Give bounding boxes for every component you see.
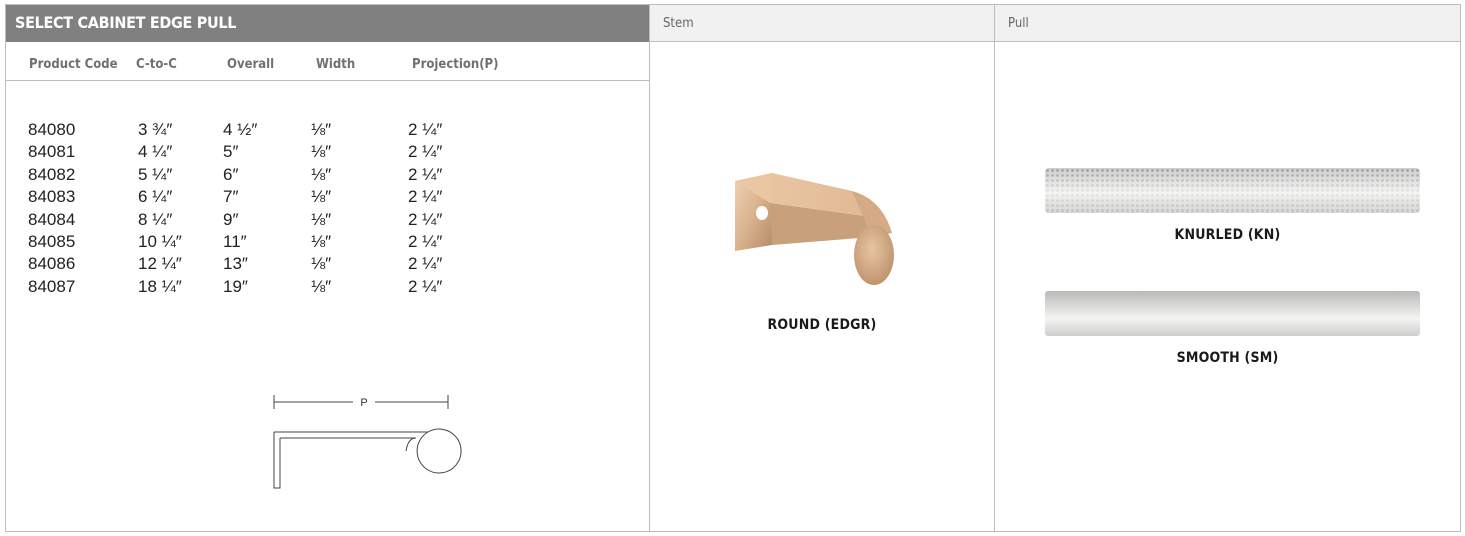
c-to-c-cell: 6 ¼″ xyxy=(138,187,173,207)
width-cell: ⅛″ xyxy=(311,231,332,251)
overall-cell: 4 ½″ xyxy=(223,120,258,139)
pull-column: Pull KNURLED (KN) SMOOTH (SM) xyxy=(995,5,1460,531)
table-row: 84087 18 ¼″ 19″ ⅛″ 2 ¼″ xyxy=(6,277,649,299)
table-row: 84081 4 ¼″ 5″ ⅛″ 2 ¼″ xyxy=(6,142,649,164)
spec-sheet: SELECT CABINET EDGE PULL Product Code C-… xyxy=(5,4,1461,532)
pull-profile-outline xyxy=(273,428,462,489)
product-code-cell: 84086 xyxy=(28,254,76,274)
width-cell: ⅛″ xyxy=(311,209,332,229)
table-row: 84085 10 ¼″ 11″ ⅛″ 2 ¼″ xyxy=(6,232,649,254)
table-row: 84080 3 ¾″ 4 ½″ ⅛″ 2 ¼″ xyxy=(6,120,649,142)
spec-table-body: 84080 3 ¾″ 4 ½″ ⅛″ 2 ¼″ 84081 4 ¼″ 5″ ⅛″… xyxy=(6,120,649,299)
product-code-cell: 84085 xyxy=(28,231,76,251)
c-to-c-cell: 5 ¼″ xyxy=(138,164,173,184)
projection-cell: 2 ¼″ xyxy=(408,164,443,184)
product-code-cell: 84087 xyxy=(28,276,76,296)
column-header-projection: Projection(P) xyxy=(412,57,499,72)
table-row: 84086 12 ¼″ 13″ ⅛″ 2 ¼″ xyxy=(6,254,649,276)
overall-cell: 6″ xyxy=(223,164,239,184)
smooth-label: SMOOTH (SM) xyxy=(1176,350,1279,366)
table-row: 84082 5 ¼″ 6″ ⅛″ 2 ¼″ xyxy=(6,165,649,187)
width-cell: ⅛″ xyxy=(311,164,332,184)
product-code-cell: 84083 xyxy=(28,187,76,207)
column-header-c-to-c: C-to-C xyxy=(136,57,177,72)
c-to-c-cell: 10 ¼″ xyxy=(138,231,182,251)
spec-column: SELECT CABINET EDGE PULL Product Code C-… xyxy=(6,5,650,531)
c-to-c-cell: 8 ¼″ xyxy=(138,209,173,229)
product-code-cell: 84082 xyxy=(28,164,76,184)
projection-label: P xyxy=(360,397,367,409)
width-cell: ⅛″ xyxy=(311,120,332,139)
smooth-bar xyxy=(1045,291,1420,336)
column-header-width: Width xyxy=(316,57,356,72)
column-header-product-code: Product Code xyxy=(29,57,118,72)
projection-cell: 2 ¼″ xyxy=(408,209,443,229)
projection-diagram: P xyxy=(273,394,462,489)
overall-cell: 5″ xyxy=(223,142,239,162)
width-cell: ⅛″ xyxy=(311,187,332,207)
projection-cell: 2 ¼″ xyxy=(408,276,443,296)
stem-heading: Stem xyxy=(650,5,994,42)
projection-cell: 2 ¼″ xyxy=(408,231,443,251)
pull-profile-curve xyxy=(405,437,417,452)
width-cell: ⅛″ xyxy=(311,276,332,296)
round-stem-image xyxy=(735,173,894,285)
pull-heading: Pull xyxy=(995,5,1460,42)
product-code-cell: 84080 xyxy=(28,120,76,139)
c-to-c-cell: 12 ¼″ xyxy=(138,254,182,274)
overall-cell: 9″ xyxy=(223,209,239,229)
stem-round-cap xyxy=(854,225,894,285)
smooth-pull-image xyxy=(1045,291,1420,336)
product-code-cell: 84084 xyxy=(28,209,76,229)
overall-cell: 7″ xyxy=(223,187,239,207)
product-code-cell: 84081 xyxy=(28,142,76,162)
c-to-c-cell: 18 ¼″ xyxy=(138,276,182,296)
table-header-row: Product Code C-to-C Overall Width Projec… xyxy=(6,42,649,81)
overall-cell: 13″ xyxy=(223,254,248,274)
column-header-overall: Overall xyxy=(227,57,275,72)
round-stem-label: ROUND (EDGR) xyxy=(767,317,877,333)
c-to-c-cell: 3 ¾″ xyxy=(138,120,173,139)
c-to-c-cell: 4 ¼″ xyxy=(138,142,173,162)
table-row: 84084 8 ¼″ 9″ ⅛″ 2 ¼″ xyxy=(6,210,649,232)
projection-cell: 2 ¼″ xyxy=(408,254,443,274)
width-cell: ⅛″ xyxy=(311,142,332,162)
projection-cell: 2 ¼″ xyxy=(408,187,443,207)
stem-column: Stem ROUND (EDGR) xyxy=(650,5,995,531)
width-cell: ⅛″ xyxy=(311,254,332,274)
knurled-label: KNURLED (KN) xyxy=(1174,227,1281,243)
knurled-highlight xyxy=(1045,168,1420,213)
overall-cell: 19″ xyxy=(223,276,248,296)
screw-hole xyxy=(756,206,768,220)
product-title: SELECT CABINET EDGE PULL xyxy=(6,5,649,42)
knurled-pull-image xyxy=(1045,168,1420,213)
overall-cell: 11″ xyxy=(223,231,247,251)
projection-cell: 2 ¼″ xyxy=(408,142,443,162)
projection-cell: 2 ¼″ xyxy=(408,120,443,139)
table-row: 84083 6 ¼″ 7″ ⅛″ 2 ¼″ xyxy=(6,187,649,209)
